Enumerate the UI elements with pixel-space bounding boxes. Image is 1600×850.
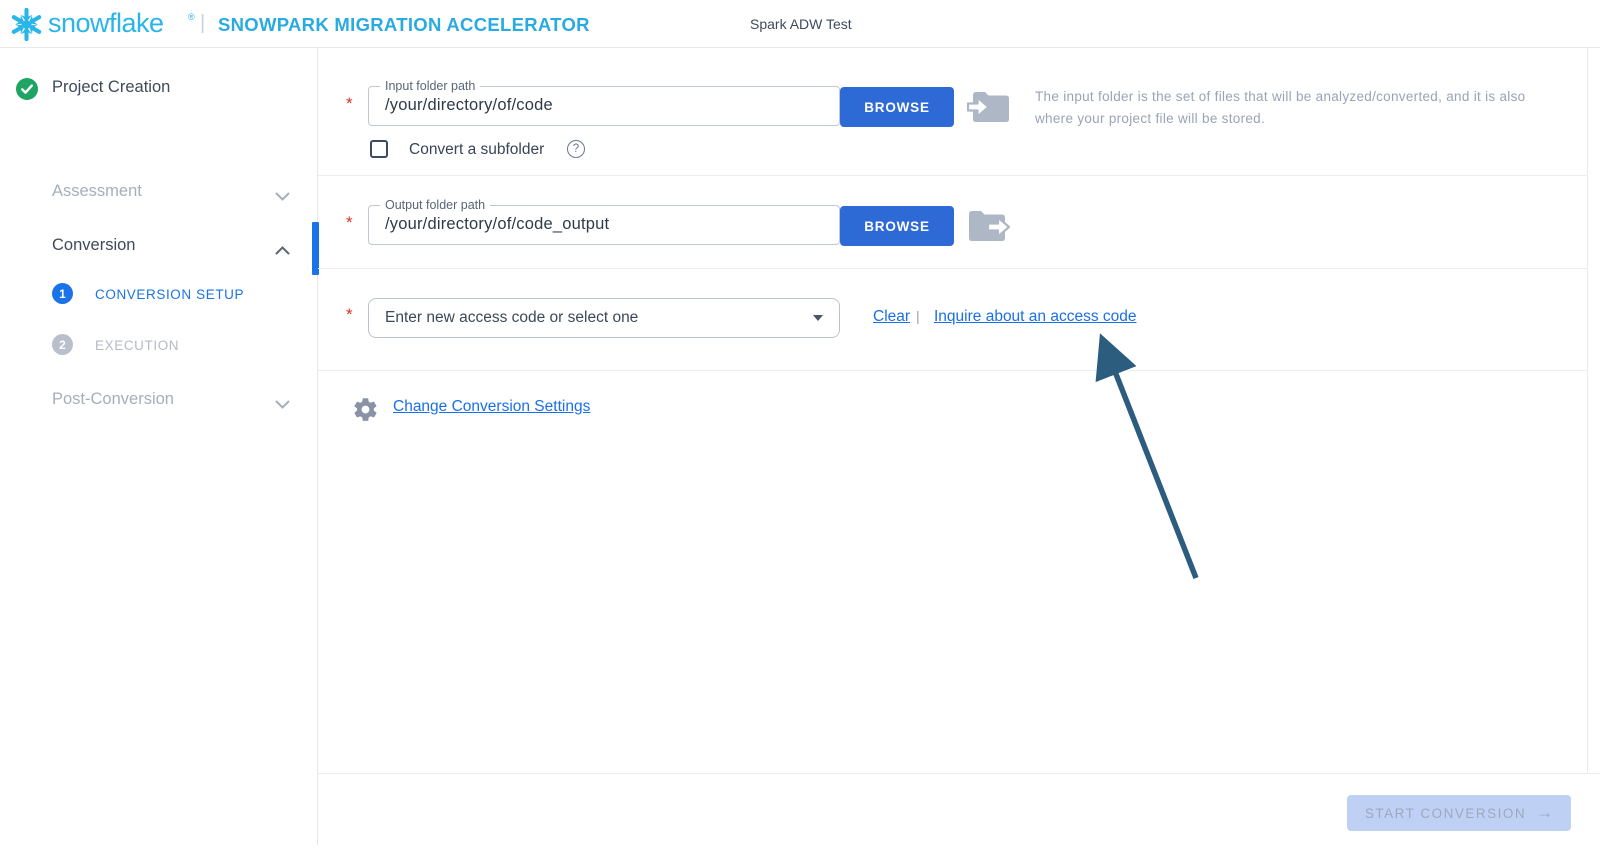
sidebar-item-label: Assessment <box>52 182 142 200</box>
access-code-select[interactable]: Enter new access code or select one <box>368 298 840 338</box>
output-folder-path-label: Output folder path <box>385 198 486 212</box>
required-asterisk: * <box>346 94 353 113</box>
chevron-down-icon <box>275 188 290 206</box>
section-divider <box>318 175 1588 176</box>
convert-subfolder-checkbox[interactable] <box>370 140 388 158</box>
question-circle-icon[interactable]: ? <box>567 140 585 158</box>
access-code-placeholder: Enter new access code or select one <box>385 309 639 326</box>
links-separator: | <box>916 308 920 324</box>
step-number-badge: 2 <box>52 334 73 355</box>
sidebar-item-label: Conversion <box>52 236 136 254</box>
annotation-arrow-icon <box>1095 333 1199 580</box>
change-conversion-settings-link[interactable]: Change Conversion Settings <box>393 398 590 416</box>
folder-arrow-in-icon <box>966 89 1012 130</box>
app-header: snowflake ® | SNOWPARK MIGRATION ACCELER… <box>0 0 1600 48</box>
arrow-right-icon: → <box>1536 803 1554 822</box>
step-number-badge: 1 <box>52 283 73 304</box>
project-name: Spark ADW Test <box>750 16 852 32</box>
sidebar-item-assessment[interactable]: Assessment <box>0 180 318 206</box>
registered-mark: ® <box>188 12 195 22</box>
sidebar-item-post-conversion[interactable]: Post-Conversion <box>0 388 318 414</box>
start-conversion-button[interactable]: START CONVERSION → <box>1347 795 1571 831</box>
snowflake-logo-icon <box>8 6 45 48</box>
sidebar-item-label: Project Creation <box>52 78 171 96</box>
header-divider: | <box>200 12 206 34</box>
app-title: SNOWPARK MIGRATION ACCELERATOR <box>218 14 590 35</box>
input-browse-button[interactable]: BROWSE <box>840 87 954 127</box>
clear-link[interactable]: Clear <box>873 308 910 326</box>
input-folder-help-text: The input folder is the set of files tha… <box>1035 89 1526 126</box>
sidebar-item-conversion-setup[interactable]: 1 CONVERSION SETUP <box>0 283 318 305</box>
content-right-border <box>1587 48 1588 773</box>
required-asterisk: * <box>346 213 353 232</box>
required-asterisk: * <box>346 305 353 324</box>
sidebar-item-label: CONVERSION SETUP <box>95 287 245 302</box>
navigation-sidebar: Project Creation Assessment Conversion 1… <box>0 48 318 845</box>
inquire-access-code-link[interactable]: Inquire about an access code <box>934 308 1137 326</box>
question-mark: ? <box>572 143 580 155</box>
check-circle-icon <box>16 78 38 105</box>
gear-icon <box>352 396 379 428</box>
section-divider <box>318 268 1588 269</box>
sidebar-item-project-creation[interactable]: Project Creation <box>0 75 318 103</box>
sidebar-item-label: Post-Conversion <box>52 390 174 408</box>
output-browse-button[interactable]: BROWSE <box>840 206 954 246</box>
footer-divider <box>318 773 1600 774</box>
snowpark-migration-accelerator-app: snowflake ® | SNOWPARK MIGRATION ACCELER… <box>0 0 1600 850</box>
section-divider <box>318 370 1588 371</box>
caret-down-icon <box>813 315 823 321</box>
chevron-down-icon <box>275 396 290 414</box>
output-folder-path-field[interactable]: Output folder path /your/directory/of/co… <box>368 199 840 245</box>
chevron-up-icon <box>275 242 290 260</box>
convert-subfolder-label: Convert a subfolder <box>409 141 545 158</box>
input-folder-path-value[interactable]: /your/directory/of/code <box>369 93 839 115</box>
start-conversion-label: START CONVERSION <box>1364 805 1527 821</box>
input-folder-path-field[interactable]: Input folder path /your/directory/of/cod… <box>368 80 840 126</box>
sidebar-item-label: EXECUTION <box>95 338 180 353</box>
brand-wordmark: snowflake <box>48 8 164 38</box>
output-folder-path-value[interactable]: /your/directory/of/code_output <box>369 212 839 234</box>
sidebar-item-conversion[interactable]: Conversion <box>0 234 318 260</box>
folder-arrow-out-icon <box>966 208 1014 249</box>
input-folder-path-label: Input folder path <box>385 79 476 93</box>
sidebar-item-execution[interactable]: 2 EXECUTION <box>0 334 318 356</box>
